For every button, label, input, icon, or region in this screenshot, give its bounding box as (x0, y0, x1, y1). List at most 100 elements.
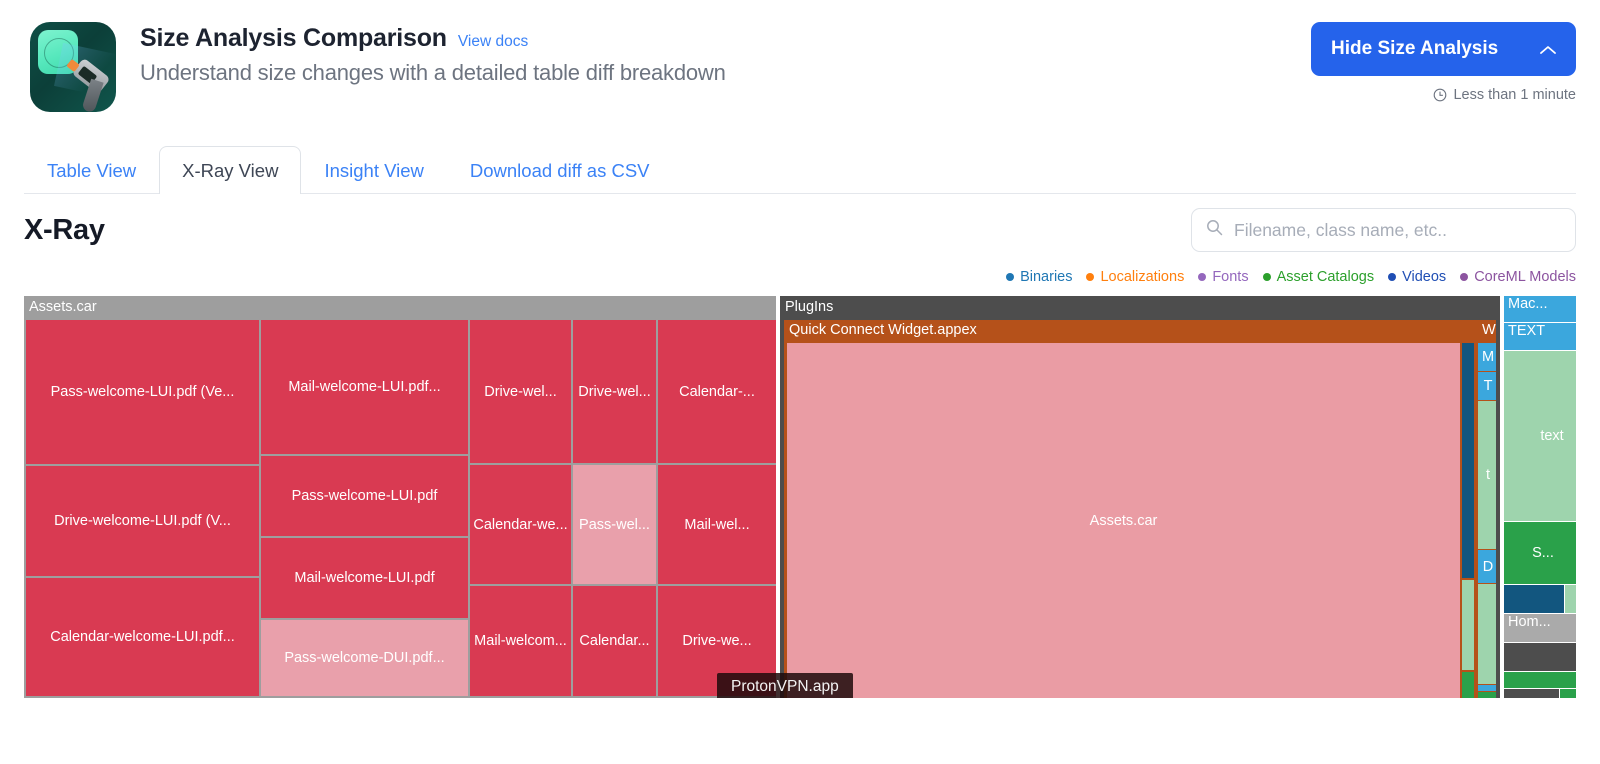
treemap-tooltip-label: ProtonVPN.app (731, 678, 839, 695)
treemap-tile-label: T (1484, 378, 1493, 394)
treemap-tile-tile[interactable] (1462, 580, 1474, 670)
tab-x-ray-view[interactable]: X-Ray View (159, 146, 301, 194)
treemap-tile-label: Calendar... (579, 633, 649, 649)
treemap-tile-t[interactable]: t (1478, 401, 1496, 549)
treemap-subgroup-header[interactable]: Quick Connect Widget.appex (784, 320, 1496, 341)
search-box[interactable] (1191, 208, 1576, 252)
category-legend: Binaries Localizations Fonts Asset Catalogs… (24, 266, 1576, 288)
xray-treemap[interactable]: Assets.car Pass-welcome-LUI.pdf (Ve... Dri… (24, 296, 1576, 698)
treemap-tile-wi[interactable]: Wi (1478, 322, 1496, 342)
legend-label: Fonts (1212, 269, 1248, 285)
treemap-tile-tile[interactable] (1565, 585, 1576, 613)
treemap-tile-tile[interactable] (1478, 584, 1496, 684)
legend-dot-icon (1086, 273, 1094, 281)
treemap-tile-mail-welcom[interactable]: Mail-welcom... (470, 586, 571, 696)
treemap-tile-label: Mail-welcom... (474, 633, 567, 649)
treemap-tile-tile[interactable] (1478, 685, 1496, 691)
eta-label: Less than 1 minute (1453, 87, 1576, 103)
treemap-group-header[interactable]: PlugIns (780, 296, 1500, 318)
header-actions: Hide Size Analysis Less than 1 minute (1311, 22, 1576, 103)
treemap-tile-label: t (1486, 467, 1490, 483)
treemap-tile-mail-welcome-lui-pdf[interactable]: Mail-welcome-LUI.pdf... (261, 320, 468, 454)
treemap-group-plugins[interactable]: PlugIns Quick Connect Widget.appex Assets.… (780, 296, 1500, 698)
treemap-tile-tile[interactable] (1504, 689, 1559, 698)
treemap-tile-drive-welcome-lui-pdf-v[interactable]: Drive-welcome-LUI.pdf (V... (26, 466, 259, 576)
treemap-tile-label: Pass-welcome-LUI.pdf (Ve... (51, 384, 235, 400)
treemap-tile-tile[interactable] (1462, 672, 1474, 698)
page-header: Size Analysis Comparison View docs Under… (0, 0, 1600, 130)
legend-label: Localizations (1100, 269, 1184, 285)
treemap-tile-mac[interactable]: Mac... (1504, 296, 1576, 322)
legend-dot-icon (1460, 273, 1468, 281)
treemap-tile-t[interactable]: T (1478, 372, 1496, 400)
treemap-tile-label: Pass-welcome-DUI.pdf... (284, 650, 444, 666)
treemap-tile-hom[interactable]: Hom... (1504, 614, 1576, 642)
treemap-group-header[interactable]: Assets.car (24, 296, 776, 318)
treemap-tile-label: text (1540, 428, 1563, 444)
legend-item-binaries[interactable]: Binaries (1006, 269, 1072, 285)
treemap-group-label: PlugIns (785, 300, 833, 315)
treemap-group-quick-connect-widget-appex[interactable]: Quick Connect Widget.appex Assets.car Wi MT… (784, 320, 1496, 698)
legend-dot-icon (1006, 273, 1014, 281)
treemap-tile-text[interactable]: TEXT (1504, 323, 1576, 350)
treemap-tile-assets-car[interactable]: Assets.car (787, 343, 1460, 698)
tab-label: Download diff as CSV (470, 160, 650, 182)
search-input[interactable] (1232, 219, 1561, 242)
treemap-tile-pass-wel[interactable]: Pass-wel... (573, 465, 656, 584)
legend-label: Videos (1402, 269, 1446, 285)
legend-label: Binaries (1020, 269, 1072, 285)
tab-insight-view[interactable]: Insight View (301, 146, 446, 194)
legend-item-localizations[interactable]: Localizations (1086, 269, 1184, 285)
treemap-tile-pass-welcome-dui-pdf[interactable]: Pass-welcome-DUI.pdf... (261, 620, 468, 696)
page-title: Size Analysis Comparison (140, 24, 447, 53)
treemap-tile-calendar-we[interactable]: Calendar-we... (470, 465, 571, 584)
treemap-tile-label: Drive-we... (682, 633, 751, 649)
treemap-tile-label: Calendar-we... (473, 517, 567, 533)
treemap-tile-drive-wel[interactable]: Drive-wel... (470, 320, 571, 463)
legend-label: Asset Catalogs (1277, 269, 1375, 285)
treemap-tile-label: S... (1532, 545, 1554, 561)
tab-table-view[interactable]: Table View (24, 146, 159, 194)
treemap-tile-pass-welcome-lui-pdf[interactable]: Pass-welcome-LUI.pdf (261, 456, 468, 536)
treemap-tile-tile[interactable] (1462, 343, 1474, 578)
hide-size-analysis-button[interactable]: Hide Size Analysis (1311, 22, 1576, 76)
treemap-tile-label: Mac... (1508, 296, 1547, 312)
treemap-subgroup-label: Quick Connect Widget.appex (789, 323, 977, 338)
treemap-tile-label: Pass-welcome-LUI.pdf (292, 488, 438, 504)
treemap-tile-label: M (1482, 349, 1494, 365)
treemap-tile-label: TEXT (1508, 323, 1545, 339)
treemap-tile-m[interactable]: M (1478, 343, 1496, 371)
treemap-tooltip: ProtonVPN.app (717, 673, 853, 698)
treemap-tile-tile[interactable] (1504, 585, 1564, 613)
treemap-tile-tile[interactable] (1504, 672, 1576, 688)
treemap-tile-label: Assets.car (1090, 513, 1158, 529)
treemap-tile-tile[interactable] (1504, 643, 1576, 671)
legend-item-asset-catalogs[interactable]: Asset Catalogs (1263, 269, 1375, 285)
legend-item-coreml-models[interactable]: CoreML Models (1460, 269, 1576, 285)
treemap-group-mac[interactable]: Mac... TEXT text S... Hom... (1504, 296, 1576, 698)
treemap-tile-drive-wel[interactable]: Drive-wel... (573, 320, 656, 463)
treemap-tile-mail-welcome-lui-pdf[interactable]: Mail-welcome-LUI.pdf (261, 538, 468, 618)
treemap-tile-pass-welcome-lui-pdf-ve[interactable]: Pass-welcome-LUI.pdf (Ve... (26, 320, 259, 464)
view-docs-link[interactable]: View docs (458, 33, 528, 51)
treemap-tile-calendar-welcome-lui-pdf[interactable]: Calendar-welcome-LUI.pdf... (26, 578, 259, 696)
treemap-tile-tile[interactable] (1478, 692, 1496, 698)
treemap-group-assets-car[interactable]: Assets.car Pass-welcome-LUI.pdf (Ve... Dri… (24, 296, 776, 698)
treemap-tile-label: Mail-wel... (684, 517, 749, 533)
legend-item-fonts[interactable]: Fonts (1198, 269, 1248, 285)
tab-download-diff-as-csv[interactable]: Download diff as CSV (447, 146, 673, 194)
treemap-tile-text[interactable]: text (1504, 351, 1576, 521)
treemap-tile-label: Calendar-welcome-LUI.pdf... (50, 629, 235, 645)
eta-row: Less than 1 minute (1433, 87, 1576, 103)
treemap-tile-label: Mail-welcome-LUI.pdf (294, 570, 434, 586)
tab-label: Table View (47, 160, 136, 182)
treemap-tile-d[interactable]: D (1478, 550, 1496, 583)
treemap-tile-calendar[interactable]: Calendar-... (658, 320, 776, 463)
legend-item-videos[interactable]: Videos (1388, 269, 1446, 285)
treemap-tile-mail-wel[interactable]: Mail-wel... (658, 465, 776, 584)
treemap-tile-tile[interactable] (1560, 689, 1576, 698)
xray-title: X-Ray (24, 214, 105, 247)
treemap-tile-calendar[interactable]: Calendar... (573, 586, 656, 696)
treemap-tile-label: Drive-welcome-LUI.pdf (V... (54, 513, 231, 529)
treemap-tile-s[interactable]: S... (1504, 522, 1576, 584)
